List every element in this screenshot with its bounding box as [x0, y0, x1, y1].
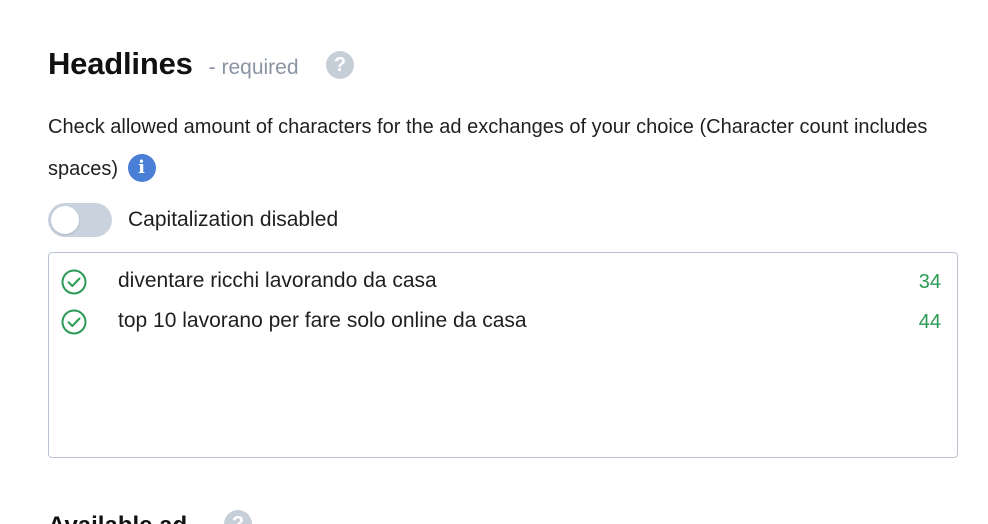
headlines-panel: Headlines - required ? Check allowed amo…: [0, 0, 988, 524]
section-header: Headlines - required: [48, 46, 299, 82]
question-circle-icon[interactable]: ?: [326, 51, 354, 79]
headlines-list[interactable]: diventare ricchi lavorando da casa 34 to…: [48, 252, 958, 458]
check-circle-icon: [61, 309, 87, 335]
description: Check allowed amount of characters for t…: [48, 106, 948, 190]
headline-text: top 10 lavorano per fare solo online da …: [118, 309, 527, 332]
headline-text: diventare ricchi lavorando da casa: [118, 269, 437, 292]
capitalization-toggle[interactable]: [48, 203, 112, 237]
character-count: 34: [918, 271, 941, 293]
section-title: Headlines: [48, 46, 193, 81]
description-text: Check allowed amount of characters for t…: [48, 116, 928, 180]
next-section-title: Available ad: [48, 512, 187, 524]
capitalization-toggle-row: Capitalization disabled: [48, 203, 338, 237]
character-count: 44: [918, 311, 941, 333]
list-item[interactable]: diventare ricchi lavorando da casa 34: [49, 263, 957, 303]
list-item[interactable]: top 10 lavorano per fare solo online da …: [49, 303, 957, 343]
required-label: - required: [208, 56, 299, 79]
toggle-label: Capitalization disabled: [128, 208, 339, 231]
toggle-knob: [51, 206, 79, 234]
info-circle-icon[interactable]: i: [127, 153, 156, 182]
check-circle-icon: [61, 269, 87, 295]
question-circle-icon[interactable]: ?: [224, 510, 252, 524]
